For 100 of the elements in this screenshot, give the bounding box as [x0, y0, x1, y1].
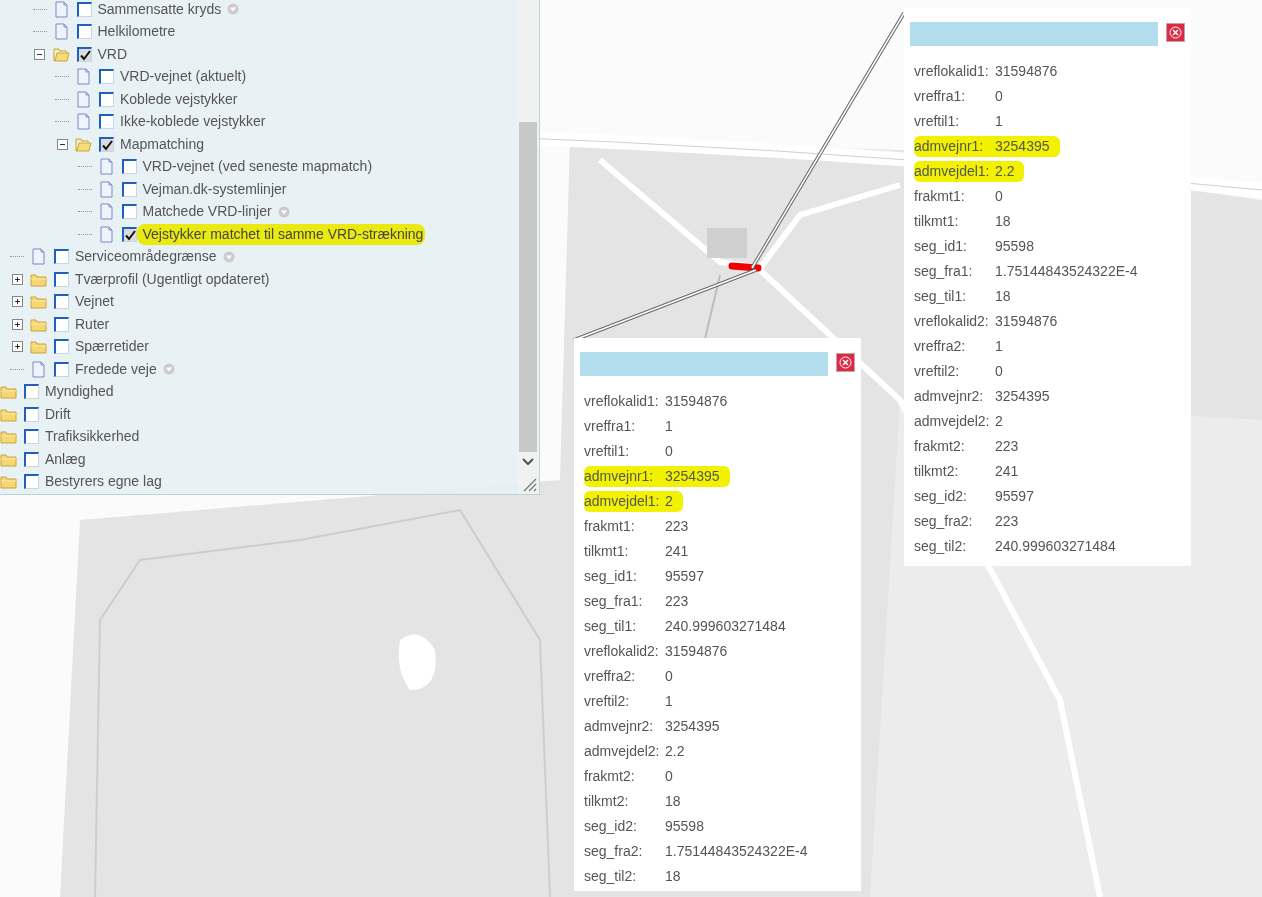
layer-label[interactable]: Drift [45, 403, 73, 425]
field-value: 31594876 [665, 392, 728, 411]
collapse-icon[interactable] [34, 48, 45, 60]
checkbox[interactable] [54, 316, 69, 332]
checkbox[interactable] [54, 361, 69, 377]
field-label: seg_til2: [914, 537, 968, 556]
layer-label[interactable]: Myndighed [45, 381, 116, 403]
document-icon [97, 225, 115, 243]
resize-grip-icon[interactable] [521, 476, 537, 492]
layer-label[interactable]: Tværprofil (Ugentligt opdateret) [75, 268, 272, 290]
field-value: 31594876 [665, 642, 728, 661]
document-icon [97, 203, 115, 221]
document-icon [30, 360, 47, 378]
field-value: 223 [665, 517, 689, 536]
field-label: tilkmt1: [914, 212, 960, 231]
field-label: seg_fra2: [914, 512, 974, 531]
field-label: admvejdel2: [914, 412, 991, 431]
document-icon [30, 248, 47, 266]
layer-label[interactable]: Sammensatte kryds [97, 0, 224, 20]
checkbox[interactable] [99, 91, 114, 107]
field-value: 240.999603271484 [995, 537, 1116, 556]
checkbox[interactable] [54, 294, 69, 310]
field-value: 95598 [995, 237, 1034, 256]
field-value: 2.2 [995, 161, 1025, 182]
field-value: 31594876 [995, 62, 1058, 81]
checkbox[interactable] [99, 114, 114, 130]
checkbox[interactable] [121, 181, 137, 197]
field-label: tilkmt1: [584, 542, 630, 561]
checkbox[interactable] [121, 159, 137, 175]
field-label: frakmt1: [584, 517, 636, 536]
field-label: vreflokalid2: [914, 312, 990, 331]
field-label: seg_til1: [914, 287, 968, 306]
field-value: 3254395 [995, 136, 1060, 157]
checkbox[interactable] [24, 474, 39, 490]
field-label: admvejdel2: [584, 742, 661, 761]
layer-label[interactable]: Anlæg [45, 448, 88, 470]
layer-label[interactable]: Serviceområdegrænse [75, 246, 219, 268]
layer-label[interactable]: VRD-vejnet (aktuelt) [120, 66, 249, 88]
checkbox[interactable] [121, 204, 137, 220]
field-value: 18 [665, 792, 681, 811]
expand-icon[interactable] [11, 341, 23, 353]
field-label: vreffra2: [914, 337, 967, 356]
checkbox[interactable] [99, 136, 114, 152]
checkbox[interactable] [54, 271, 69, 287]
field-label: vreffra1: [584, 417, 637, 436]
field-label: frakmt2: [914, 437, 966, 456]
folder-icon [0, 473, 17, 491]
expand-icon[interactable] [11, 296, 23, 308]
field-value: 31594876 [995, 312, 1058, 331]
layer-label[interactable]: Ruter [75, 313, 112, 335]
field-label: admvejnr2: [914, 387, 985, 406]
checkbox[interactable] [24, 429, 39, 445]
checkbox[interactable] [54, 249, 69, 265]
checkbox[interactable] [76, 24, 92, 40]
expand-icon[interactable] [11, 318, 23, 330]
checkbox[interactable] [24, 384, 39, 400]
layer-label[interactable]: Trafiksikkerhed [45, 426, 142, 448]
field-label: vreftil1: [584, 442, 631, 461]
checkbox[interactable] [24, 451, 39, 467]
field-label: vreflokalid2: [584, 642, 660, 661]
folder-icon [0, 383, 17, 401]
layer-label[interactable]: VRD [97, 43, 130, 65]
field-label: seg_id1: [914, 237, 968, 256]
field-label: vreftil2: [584, 692, 631, 711]
checkbox[interactable] [76, 1, 92, 17]
scrollbar[interactable] [518, 0, 539, 494]
checkbox[interactable] [76, 46, 92, 62]
layer-label[interactable]: Vejnet [75, 291, 116, 313]
layer-label[interactable]: Bestyrers egne lag [45, 471, 164, 493]
field-value: 223 [995, 437, 1019, 456]
close-button[interactable] [836, 353, 855, 372]
layer-label[interactable]: Mapmatching [120, 133, 207, 155]
layer-label[interactable]: Koblede vejstykker [120, 88, 240, 110]
layer-label[interactable]: VRD-vejnet (ved seneste mapmatch) [142, 156, 375, 178]
field-value: 223 [995, 512, 1019, 531]
close-button[interactable] [1166, 23, 1185, 42]
layer-label[interactable]: Ikke-koblede vejstykker [120, 111, 268, 133]
expand-icon[interactable] [11, 273, 23, 285]
layer-label[interactable]: Matchede VRD-linjer [142, 201, 274, 223]
field-value: 3254395 [995, 387, 1050, 406]
document-icon [75, 68, 92, 86]
checkbox[interactable] [99, 69, 114, 85]
layer-label[interactable]: Helkilometre [97, 21, 178, 43]
checkbox[interactable] [24, 406, 39, 422]
layer-label[interactable]: Vejman.dk-systemlinjer [142, 178, 289, 200]
field-value: 0 [995, 187, 1003, 206]
checkbox[interactable] [121, 226, 137, 242]
field-label: admvejdel1: [584, 491, 665, 512]
layer-label[interactable]: Fredede veje [75, 358, 159, 380]
folder-icon [75, 135, 92, 153]
field-label: frakmt2: [584, 767, 636, 786]
close-icon [839, 356, 852, 369]
checkbox[interactable] [54, 339, 69, 355]
field-label: seg_fra1: [584, 592, 644, 611]
collapse-icon[interactable] [56, 138, 68, 150]
field-label: tilkmt2: [914, 462, 960, 481]
layer-label[interactable]: Spærretider [75, 336, 151, 358]
field-label: vreflokalid1: [914, 62, 990, 81]
layer-label[interactable]: Vejstykker matchet til samme VRD-strækning [136, 223, 426, 245]
field-value: 1 [665, 417, 673, 436]
